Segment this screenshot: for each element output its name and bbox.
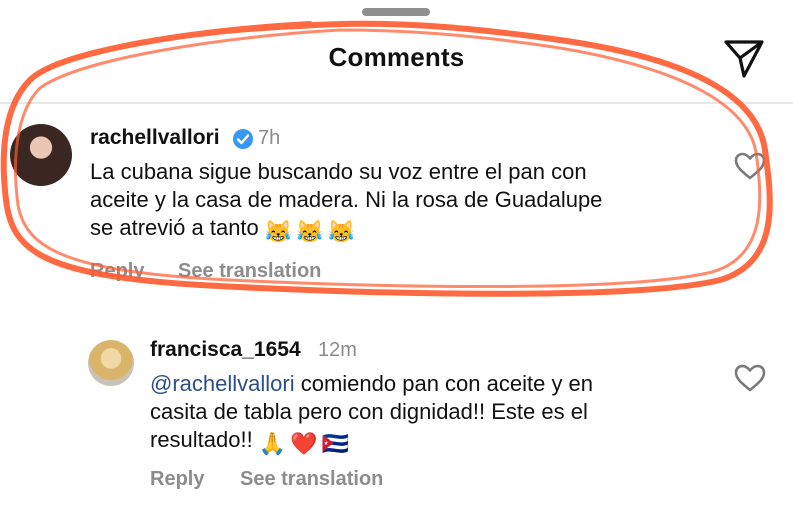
heart-icon[interactable] [734, 363, 766, 393]
comment-text: La cubana sigue buscando su voz entre el… [90, 158, 602, 246]
comment-line: resultado!! 🙏 ❤️ 🇨🇺 [150, 426, 593, 458]
header-divider [0, 102, 793, 104]
emoji: 🙏 [258, 431, 287, 456]
avatar[interactable] [10, 124, 72, 186]
emoji: ❤️ [290, 431, 318, 456]
reply-button[interactable]: Reply [90, 260, 144, 283]
emoji: 😹 [296, 219, 324, 244]
comment-line: casita de tabla pero con dignidad!! Este… [150, 399, 588, 424]
heart-icon[interactable] [734, 151, 766, 181]
comment-time: 12m [318, 339, 357, 361]
avatar[interactable] [88, 340, 134, 386]
see-translation-button[interactable]: See translation [178, 260, 321, 283]
see-translation-button[interactable]: See translation [240, 468, 383, 491]
mention-link[interactable]: @rachellvallori [150, 371, 295, 396]
emoji: 🇨🇺 [321, 431, 350, 456]
comment-line: aceite y la casa de madera. Ni la rosa d… [90, 187, 603, 212]
comment-line: @rachellvallori comiendo pan con aceite … [150, 370, 593, 398]
comment-username[interactable]: rachellvallori [90, 126, 220, 150]
comment-username[interactable]: francisca_1654 [150, 338, 301, 362]
comment-line-text: resultado!! [150, 427, 253, 452]
comment-line-text: se atrevió a tanto [90, 215, 259, 240]
page-title: Comments [328, 42, 465, 72]
emoji: 😹 [264, 219, 293, 244]
drag-handle[interactable] [362, 8, 430, 16]
emoji: 😹 [327, 219, 356, 244]
comment-time: 7h [258, 127, 281, 149]
send-icon[interactable] [722, 36, 766, 80]
verified-badge-icon [233, 129, 253, 149]
reply-button[interactable]: Reply [150, 468, 204, 491]
comment-line: se atrevió a tanto 😹 😹 😹 [90, 214, 602, 246]
comment-text: @rachellvallori comiendo pan con aceite … [150, 370, 593, 458]
comment-line: La cubana sigue buscando su voz entre el… [90, 159, 587, 184]
comment-line-text: comiendo pan con aceite y en [294, 371, 594, 396]
